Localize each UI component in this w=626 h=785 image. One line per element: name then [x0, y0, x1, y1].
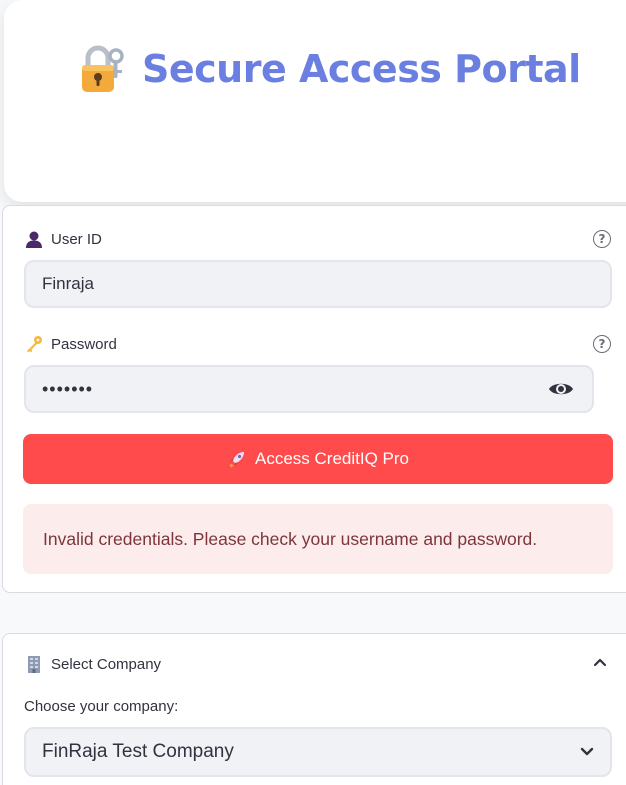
password-label-row: Password [25, 335, 117, 353]
chevron-up-icon[interactable] [593, 656, 607, 668]
rocket-icon [229, 452, 244, 468]
key-icon [27, 336, 42, 353]
user-id-label-row: User ID [25, 230, 102, 248]
company-selected-value: FinRaja Test Company [42, 741, 234, 762]
company-select[interactable]: FinRaja Test Company [24, 727, 612, 777]
user-id-label: User ID [51, 230, 102, 248]
hero-card: Secure Access Portal [4, 0, 626, 202]
chevron-down-icon[interactable] [580, 746, 594, 758]
lock-with-key-icon [82, 45, 124, 92]
login-form: User ID ? Finraja Password ? ••••••• Acc… [2, 205, 626, 593]
user-silhouette-icon [26, 231, 42, 248]
company-expander-header[interactable]: Select Company [25, 654, 615, 674]
access-button-label: Access CreditIQ Pro [255, 449, 409, 468]
password-input[interactable]: ••••••• [24, 365, 594, 413]
user-id-value: Finraja [42, 274, 94, 293]
question-circle-icon[interactable]: ? [593, 230, 611, 248]
error-alert: Invalid credentials. Please check your u… [23, 504, 613, 574]
password-value: ••••••• [42, 378, 94, 399]
access-button[interactable]: Access CreditIQ Pro [23, 434, 613, 484]
hero-title-row: Secure Access Portal [78, 44, 581, 94]
error-message: Invalid credentials. Please check your u… [43, 528, 538, 549]
eye-icon[interactable] [548, 380, 574, 398]
page-title: Secure Access Portal [142, 47, 581, 91]
company-expander-title: Select Company [51, 655, 162, 673]
company-expander: Select Company Choose your company: FinR… [2, 633, 626, 785]
password-label: Password [51, 335, 117, 353]
office-building-icon [28, 656, 40, 673]
company-select-label: Choose your company: [24, 698, 179, 715]
user-id-input[interactable]: Finraja [24, 260, 612, 308]
question-circle-icon[interactable]: ? [593, 335, 611, 353]
